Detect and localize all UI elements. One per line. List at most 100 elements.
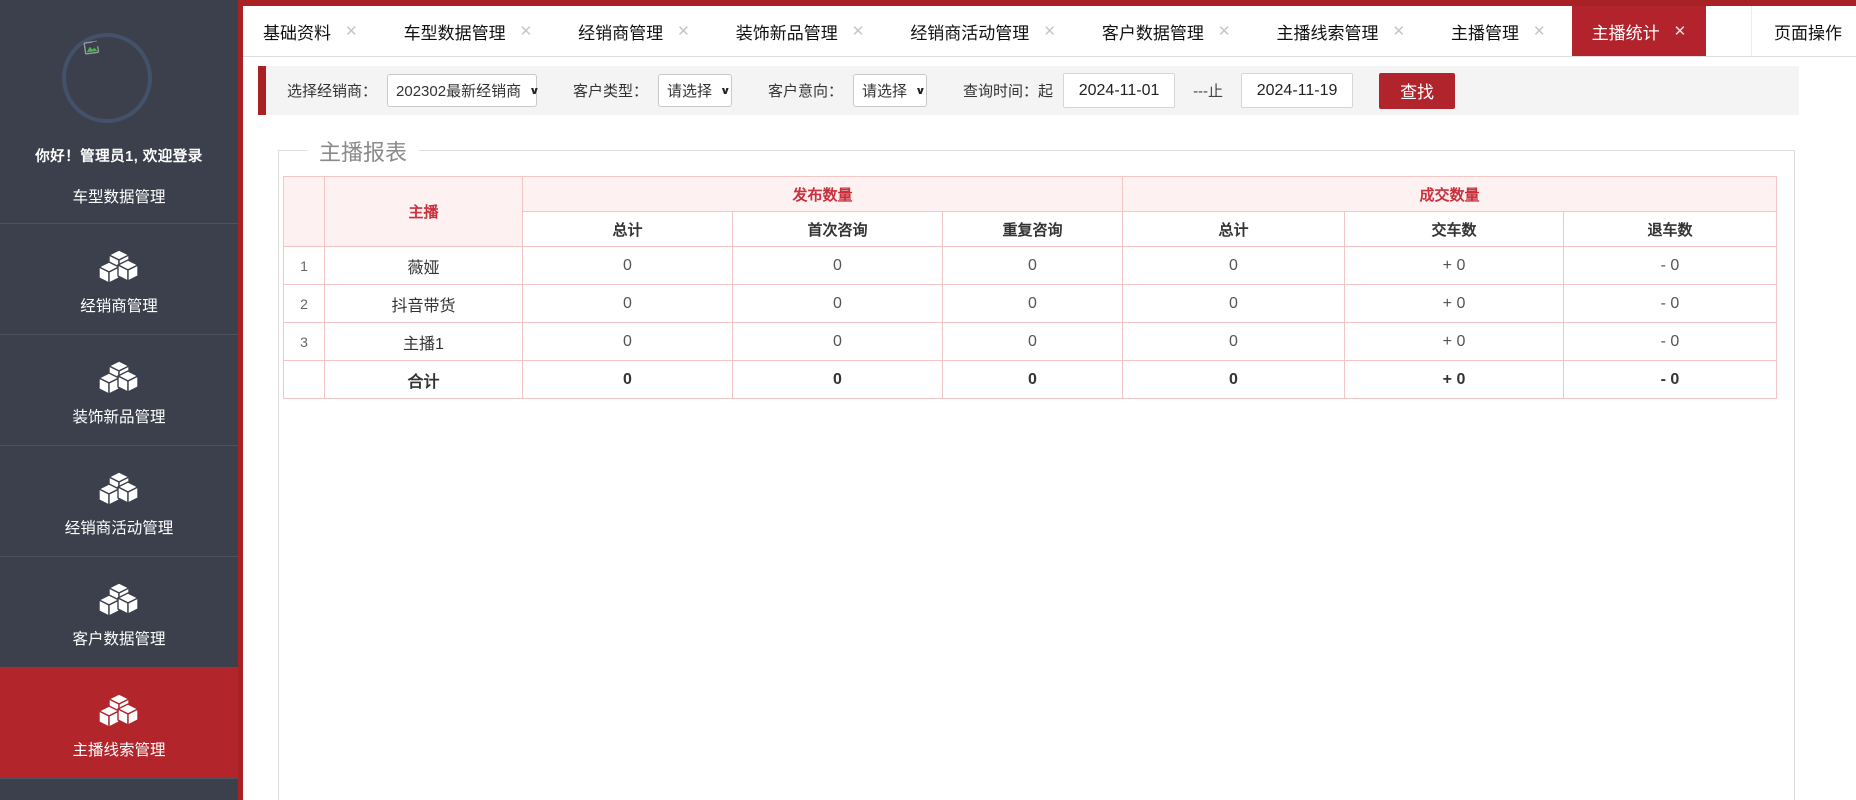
sidebar-item-decoration-mgmt[interactable]: 装饰新品管理 — [0, 334, 238, 445]
tab-close-icon[interactable]: ✕ — [520, 22, 533, 40]
value-cell: + 0 — [1345, 285, 1564, 323]
tab-close-icon[interactable]: ✕ — [852, 22, 865, 40]
sidebar-item-label: 客户数据管理 — [72, 631, 165, 648]
deal-total-header: 总计 — [1123, 212, 1345, 247]
tab-label: 主播统计 — [1592, 19, 1660, 44]
customer-type-select[interactable]: 请选择 ∨ — [658, 74, 732, 107]
total-value-cell: 0 — [733, 361, 943, 399]
row-number-cell: 3 — [284, 323, 325, 361]
anchor-column-header: 主播 — [325, 177, 523, 247]
total-value-cell: 0 — [1123, 361, 1345, 399]
table-total-row: 合计 0 0 0 0 + 0 - 0 — [284, 361, 1777, 399]
value-cell: + 0 — [1345, 247, 1564, 285]
value-cell: 0 — [733, 247, 943, 285]
tab-close-icon[interactable]: ✕ — [1392, 22, 1405, 40]
end-date-input[interactable] — [1241, 73, 1353, 108]
tab-label: 客户数据管理 — [1102, 19, 1204, 44]
row-number-cell: 1 — [284, 247, 325, 285]
tab-close-icon[interactable]: ✕ — [1218, 22, 1231, 40]
tab-close-icon[interactable]: ✕ — [1043, 22, 1056, 40]
chevron-down-icon: ∨ — [720, 84, 731, 97]
sidebar-item-label: 主播线索管理 — [72, 742, 165, 759]
first-inquiry-header: 首次咨询 — [733, 212, 943, 247]
tab-customer-data[interactable]: 客户数据管理 ✕ — [1082, 6, 1251, 56]
row-number-cell: 2 — [284, 285, 325, 323]
total-value-cell: 0 — [523, 361, 733, 399]
start-date-input[interactable] — [1063, 73, 1175, 108]
value-cell: 0 — [523, 323, 733, 361]
sidebar-item-label: 装饰新品管理 — [72, 409, 165, 426]
tab-vehicle-data[interactable]: 车型数据管理 ✕ — [384, 6, 553, 56]
tab-label: 经销商管理 — [578, 19, 663, 44]
total-value-cell: 0 — [943, 361, 1123, 399]
sidebar-item-anchor-leads[interactable]: 主播线索管理 — [0, 667, 238, 778]
tab-anchor-leads[interactable]: 主播线索管理 ✕ — [1256, 6, 1425, 56]
tab-anchor-mgmt[interactable]: 主播管理 ✕ — [1431, 6, 1566, 56]
tab-close-icon[interactable]: ✕ — [1674, 22, 1687, 40]
page-actions-button[interactable]: 页面操作 — [1751, 6, 1856, 56]
publish-count-group-header: 发布数量 — [523, 177, 1123, 212]
customer-intent-value: 请选择 — [862, 80, 907, 101]
anchor-name-cell: 抖音带货 — [325, 285, 523, 323]
search-button[interactable]: 查找 — [1379, 73, 1455, 109]
broken-image-icon — [83, 40, 102, 57]
table-row: 2 抖音带货 0 0 0 0 + 0 - 0 — [284, 285, 1777, 323]
tab-bar: 基础资料 ✕ 车型数据管理 ✕ 经销商管理 ✕ 装饰新品管理 ✕ 经销商活动管理… — [243, 6, 1856, 57]
tab-close-icon[interactable]: ✕ — [677, 22, 690, 40]
tab-anchor-stats[interactable]: 主播统计 ✕ — [1572, 6, 1707, 56]
anchor-report-table: 主播 发布数量 成交数量 总计 首次咨询 重复咨询 总计 交车数 退车数 1 薇… — [283, 176, 1777, 399]
sidebar-item-vehicle-data[interactable]: 车型数据管理 — [0, 183, 238, 223]
tab-close-icon[interactable]: ✕ — [1533, 22, 1546, 40]
value-cell: 0 — [1123, 285, 1345, 323]
cubes-icon — [99, 250, 139, 284]
tab-decoration-mgmt[interactable]: 装饰新品管理 ✕ — [716, 6, 885, 56]
dealer-select-label: 选择经销商： — [287, 80, 377, 101]
tab-close-icon[interactable]: ✕ — [345, 22, 358, 40]
value-cell: + 0 — [1345, 323, 1564, 361]
value-cell: 0 — [523, 247, 733, 285]
value-cell: 0 — [733, 323, 943, 361]
value-cell: 0 — [733, 285, 943, 323]
sidebar-divider — [0, 778, 238, 779]
tab-label: 主播线索管理 — [1276, 19, 1378, 44]
customer-type-label: 客户类型： — [573, 80, 648, 101]
main-area: 基础资料 ✕ 车型数据管理 ✕ 经销商管理 ✕ 装饰新品管理 ✕ 经销商活动管理… — [243, 0, 1856, 800]
cubes-icon — [99, 472, 139, 506]
cubes-icon — [99, 694, 139, 728]
date-range-to-label: ---止 — [1193, 80, 1223, 101]
chevron-down-icon: ∨ — [915, 84, 926, 97]
sidebar-menu: 车型数据管理 经销商管理 装饰新品管理 — [0, 183, 238, 779]
avatar — [62, 33, 152, 123]
customer-intent-select[interactable]: 请选择 ∨ — [853, 74, 927, 107]
sidebar-item-dealer-mgmt[interactable]: 经销商管理 — [0, 223, 238, 334]
total-value-cell: + 0 — [1345, 361, 1564, 399]
dealer-select[interactable]: 202302最新经销商 ∨ — [387, 74, 537, 107]
value-cell: - 0 — [1564, 285, 1777, 323]
publish-total-header: 总计 — [523, 212, 733, 247]
delivered-header: 交车数 — [1345, 212, 1564, 247]
tab-dealer-mgmt[interactable]: 经销商管理 ✕ — [558, 6, 710, 56]
row-number-header — [284, 177, 325, 247]
tab-dealer-activity[interactable]: 经销商活动管理 ✕ — [890, 6, 1076, 56]
welcome-text: 你好！管理员1, 欢迎登录 — [0, 145, 238, 166]
cubes-icon — [99, 361, 139, 395]
tab-basic-info[interactable]: 基础资料 ✕ — [243, 6, 378, 56]
sidebar-item-customer-data[interactable]: 客户数据管理 — [0, 556, 238, 667]
sidebar-item-dealer-activity[interactable]: 经销商活动管理 — [0, 445, 238, 556]
table-row: 1 薇娅 0 0 0 0 + 0 - 0 — [284, 247, 1777, 285]
value-cell: 0 — [1123, 247, 1345, 285]
sidebar-item-label: 经销商活动管理 — [65, 520, 174, 537]
filter-bar: 选择经销商： 202302最新经销商 ∨ 客户类型： 请选择 ∨ 客户意向： 请… — [258, 66, 1799, 115]
filter-accent-bar — [258, 66, 266, 115]
anchor-report-panel: 主播报表 主播 发布数量 成交数量 总计 首次咨询 重复咨询 总计 — [278, 150, 1795, 800]
value-cell: 0 — [523, 285, 733, 323]
tab-label: 基础资料 — [263, 19, 331, 44]
app-window: 你好！管理员1, 欢迎登录 车型数据管理 经销商管理 装饰新 — [0, 0, 1856, 800]
chevron-down-icon: ∨ — [529, 84, 540, 97]
panel-title: 主播报表 — [307, 135, 419, 167]
value-cell: 0 — [943, 247, 1123, 285]
tab-label: 车型数据管理 — [404, 19, 506, 44]
value-cell: 0 — [943, 323, 1123, 361]
customer-type-value: 请选择 — [667, 80, 712, 101]
table-group-header-row: 主播 发布数量 成交数量 — [284, 177, 1777, 212]
